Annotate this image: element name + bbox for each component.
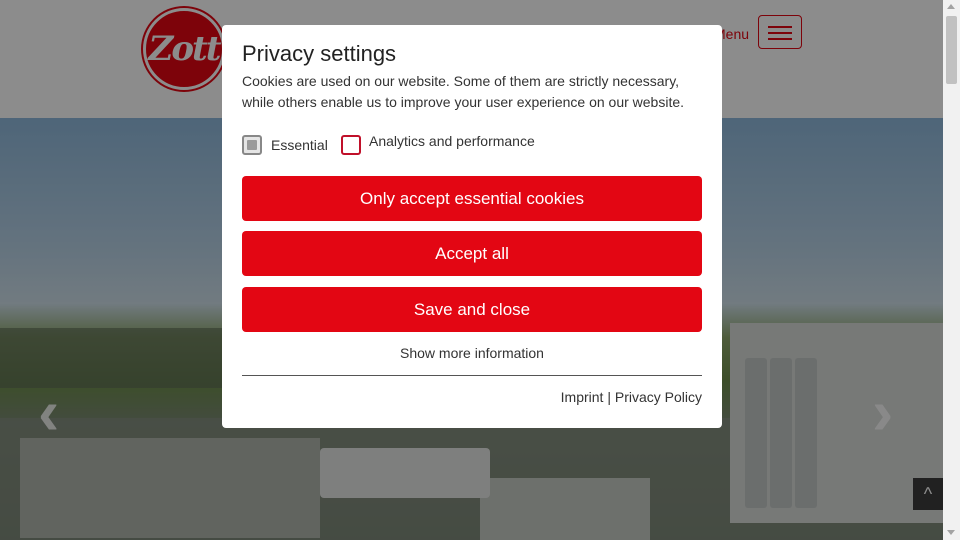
essential-label: Essential (271, 137, 328, 153)
page-scrollbar[interactable] (943, 0, 960, 540)
imprint-link[interactable]: Imprint (561, 389, 604, 405)
dialog-divider (242, 375, 702, 376)
privacy-policy-link[interactable]: Privacy Policy (615, 389, 702, 405)
scroll-down-icon[interactable] (947, 530, 955, 535)
scroll-thumb[interactable] (946, 16, 957, 84)
essential-checkbox (242, 135, 262, 155)
scroll-up-icon[interactable] (947, 4, 955, 9)
footer-separator: | (607, 389, 611, 405)
only-essential-button[interactable]: Only accept essential cookies (242, 176, 702, 221)
analytics-checkbox[interactable] (341, 135, 361, 155)
dialog-description: Cookies are used on our website. Some of… (242, 73, 685, 110)
show-more-info-link[interactable]: Show more information (242, 345, 702, 361)
dialog-footer-links: Imprint | Privacy Policy (561, 389, 702, 405)
dialog-title: Privacy settings (242, 41, 397, 66)
privacy-settings-dialog: Privacy settings Cookies are used on our… (222, 25, 722, 428)
accept-all-button[interactable]: Accept all (242, 231, 702, 276)
analytics-label[interactable]: Analytics and performance (369, 133, 535, 149)
save-and-close-button[interactable]: Save and close (242, 287, 702, 332)
cookie-category-checkboxes: Essential Analytics and performance (242, 133, 702, 155)
